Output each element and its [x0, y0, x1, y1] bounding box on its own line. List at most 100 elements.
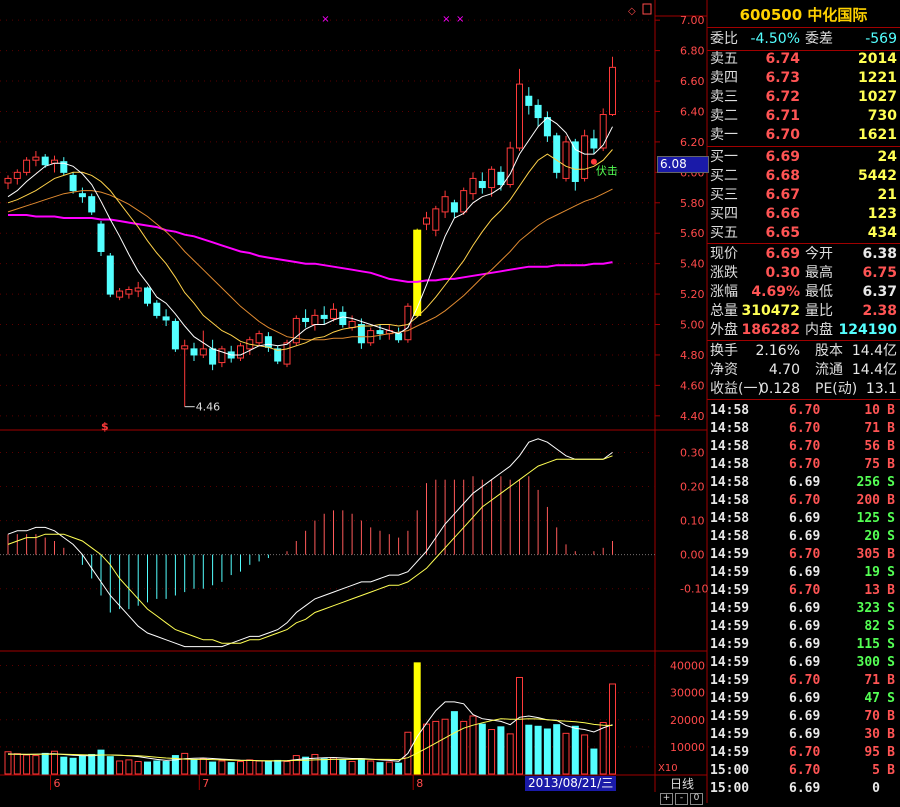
tick-row: 14:59 6.69 19 S — [707, 564, 900, 582]
tick-price: 6.70 — [789, 583, 821, 598]
candle — [292, 317, 300, 344]
dea-line — [7, 455, 613, 644]
bid-volume: 5442 — [858, 168, 897, 184]
divider — [707, 27, 900, 28]
ask-volume: 1621 — [858, 127, 897, 143]
zoom-reset-button[interactable]: 0 — [690, 793, 703, 805]
volume-bar — [144, 761, 151, 775]
tick-row: 14:59 6.69 300 S — [707, 654, 900, 672]
bid-price: 6.69 — [765, 149, 800, 165]
ask-row[interactable]: 卖五 6.74 2014 — [707, 50, 900, 69]
tick-volume: 47 — [864, 691, 880, 706]
volume-bar — [237, 761, 244, 775]
tick-row: 14:59 6.69 82 S — [707, 618, 900, 636]
volume-tick-label: 10000 — [670, 741, 705, 754]
ask-row[interactable]: 卖三 6.72 1027 — [707, 88, 900, 107]
quote-value: 186282 — [741, 322, 800, 338]
month-label: 8 — [416, 777, 423, 790]
volume-bar — [153, 760, 161, 775]
ask-volume: 730 — [867, 108, 897, 124]
signal-label: 伏击 — [596, 163, 618, 177]
volume-bar — [497, 726, 505, 775]
volume-bar — [571, 725, 579, 775]
price-tick-label: 5.40 — [680, 258, 705, 271]
volume-tick-label: 20000 — [670, 714, 705, 727]
ask-row[interactable]: 卖一 6.70 1621 — [707, 126, 900, 145]
tick-price: 6.69 — [789, 619, 821, 634]
volume-bar — [23, 754, 31, 775]
candle — [153, 302, 161, 316]
tick-price: 6.69 — [789, 727, 821, 742]
ask-price: 6.74 — [765, 51, 800, 67]
volume-bar — [534, 725, 542, 775]
bid-row[interactable]: 买四 6.66 123 — [707, 205, 900, 224]
candle — [13, 171, 21, 179]
bid-volume: 21 — [877, 187, 897, 203]
volume-bar — [60, 756, 68, 775]
tick-volume: 256 — [856, 475, 880, 490]
price-tick-label: 6.20 — [680, 136, 705, 149]
zoom-in-button[interactable]: + — [660, 793, 673, 805]
tick-price: 6.70 — [789, 421, 821, 436]
candle — [171, 320, 179, 350]
tick-side: S — [887, 691, 895, 706]
month-label: 7 — [202, 777, 209, 790]
bid-row[interactable]: 买一 6.69 24 — [707, 148, 900, 167]
quote-row: 现价 6.69 今开 6.38 — [707, 245, 900, 264]
volume-bar — [190, 759, 198, 775]
tick-volume: 115 — [856, 637, 880, 652]
tick-price: 6.69 — [789, 637, 821, 652]
candle — [162, 316, 170, 321]
volume-bar — [181, 752, 189, 775]
bid-row[interactable]: 买二 6.68 5442 — [707, 167, 900, 186]
volume-bar — [264, 761, 272, 775]
tick-time: 14:59 — [710, 745, 750, 760]
candle — [571, 141, 579, 182]
tick-price: 6.69 — [789, 475, 821, 490]
quote-value: 0.30 — [765, 265, 800, 281]
tick-volume: 75 — [864, 457, 880, 472]
quote-label: 最低 — [805, 284, 833, 300]
tick-volume: 200 — [856, 493, 880, 508]
quote-value: 2.38 — [862, 303, 897, 319]
divider — [707, 146, 900, 147]
tick-price: 6.70 — [789, 403, 821, 418]
tick-volume: 20 — [864, 529, 880, 544]
ask-price: 6.70 — [765, 127, 800, 143]
candle — [41, 156, 49, 166]
price-tick-label: 5.60 — [680, 227, 705, 240]
tick-row: 14:59 6.69 115 S — [707, 636, 900, 654]
divider — [707, 399, 900, 400]
quote-value: 6.37 — [862, 284, 897, 300]
quote-label: 总量 — [710, 303, 738, 319]
tick-price: 6.70 — [789, 493, 821, 508]
period-button[interactable]: 日线 — [662, 776, 702, 792]
volume-bar — [246, 759, 254, 775]
tick-row: 14:58 6.69 256 S — [707, 474, 900, 492]
tick-row: 14:58 6.69 20 S — [707, 528, 900, 546]
volume-bar — [125, 759, 133, 775]
ask-price: 6.72 — [765, 89, 800, 105]
quote-row: 涨跌 0.30 最高 6.75 — [707, 264, 900, 283]
tick-time: 14:59 — [710, 691, 750, 706]
quote-label: 最高 — [805, 265, 833, 281]
tick-time: 14:58 — [710, 403, 750, 418]
volume-bar — [385, 761, 393, 775]
ask-row[interactable]: 卖二 6.71 730 — [707, 107, 900, 126]
tick-time: 14:59 — [710, 673, 750, 688]
tick-side: S — [887, 475, 895, 490]
bid-row[interactable]: 买三 6.67 21 — [707, 186, 900, 205]
bid-label: 买二 — [710, 168, 738, 184]
zoom-out-button[interactable]: - — [675, 793, 688, 805]
ask-volume: 1221 — [858, 70, 897, 86]
corner-box-icon — [642, 3, 652, 15]
current-price-tag: 6.08 — [657, 156, 709, 173]
tick-row: 14:58 6.69 125 S — [707, 510, 900, 528]
tick-price: 6.69 — [789, 691, 821, 706]
ask-row[interactable]: 卖四 6.73 1221 — [707, 69, 900, 88]
bid-label: 买四 — [710, 206, 738, 222]
volume-bar — [543, 728, 551, 775]
bid-row[interactable]: 买五 6.65 434 — [707, 224, 900, 243]
bid-label: 买五 — [710, 225, 738, 241]
fundamental-value: 14.4亿 — [851, 343, 897, 359]
